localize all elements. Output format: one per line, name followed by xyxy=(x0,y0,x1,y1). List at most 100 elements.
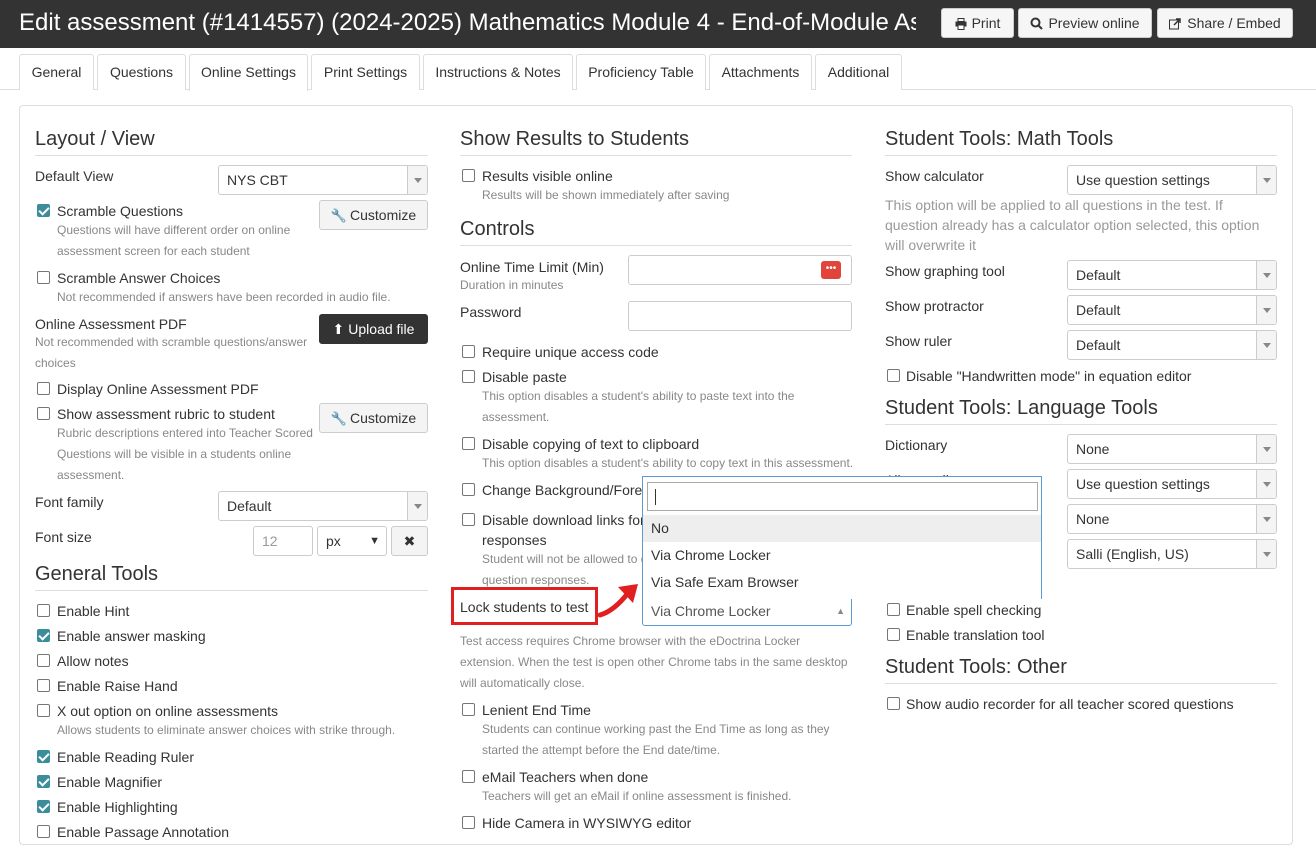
tab-online-settings[interactable]: Online Settings xyxy=(189,54,308,91)
other-tools-heading: Student Tools: Other xyxy=(885,655,1277,684)
tab-instructions-notes[interactable]: Instructions & Notes xyxy=(423,54,573,90)
font-family-label: Font family xyxy=(35,494,104,510)
answer-masking-checkbox[interactable] xyxy=(37,629,50,642)
math-tools-heading: Student Tools: Math Tools xyxy=(885,127,1277,156)
tab-attachments[interactable]: Attachments xyxy=(709,54,812,90)
default-view-select[interactable]: NYS CBT xyxy=(218,165,428,195)
highlighting-checkbox[interactable] xyxy=(37,800,50,813)
x-out-checkbox[interactable] xyxy=(37,704,50,717)
scramble-questions-label: Scramble Questions xyxy=(57,203,184,219)
protractor-label: Show protractor xyxy=(885,298,984,314)
disable-download-checkbox[interactable] xyxy=(462,513,475,526)
translation-tool-checkbox[interactable] xyxy=(887,628,900,641)
password-label: Password xyxy=(460,304,522,320)
scramble-answers-help: Not recommended if answers have been rec… xyxy=(57,290,391,304)
font-family-select[interactable]: Default xyxy=(218,491,428,521)
translation-tool-label: Enable translation tool xyxy=(906,627,1045,643)
language-select-2[interactable]: Use question settings xyxy=(1067,469,1277,499)
time-limit-input[interactable]: ••• xyxy=(628,255,852,285)
protractor-select[interactable]: Default xyxy=(1067,295,1277,325)
online-pdf-label: Online Assessment PDF xyxy=(35,316,187,332)
email-teachers-checkbox[interactable] xyxy=(462,770,475,783)
unique-code-checkbox[interactable] xyxy=(462,345,475,358)
dropdown-option-safe-exam-browser[interactable]: Via Safe Exam Browser xyxy=(643,569,1041,596)
hide-camera-checkbox[interactable] xyxy=(462,816,475,829)
online-pdf-help: Not recommended with scramble questions/… xyxy=(35,335,308,370)
chevron-down-icon xyxy=(1256,505,1276,533)
tab-general[interactable]: General xyxy=(19,54,94,90)
answer-masking-label: Enable answer masking xyxy=(57,628,206,644)
chevron-down-icon xyxy=(1256,470,1276,498)
display-pdf-checkbox[interactable] xyxy=(37,382,50,395)
tab-questions[interactable]: Questions xyxy=(97,54,186,90)
general-tools-heading: General Tools xyxy=(35,562,428,591)
lenient-end-checkbox[interactable] xyxy=(462,703,475,716)
clear-font-size-button[interactable]: ✖ xyxy=(391,526,428,556)
disable-paste-label: Disable paste xyxy=(482,369,567,385)
chevron-down-icon xyxy=(1256,296,1276,324)
preview-online-button[interactable]: Preview online xyxy=(1018,8,1152,38)
wrench-icon: 🔧 xyxy=(330,411,348,426)
raise-hand-checkbox[interactable] xyxy=(37,679,50,692)
results-visible-checkbox[interactable] xyxy=(462,169,475,182)
dropdown-option-chrome-locker[interactable]: Via Chrome Locker xyxy=(643,542,1041,569)
tab-proficiency-table[interactable]: Proficiency Table xyxy=(576,54,706,90)
x-out-help: Allows students to eliminate answer choi… xyxy=(57,723,396,737)
show-rubric-label: Show assessment rubric to student xyxy=(57,406,275,422)
password-input[interactable] xyxy=(628,301,852,331)
audio-recorder-checkbox[interactable] xyxy=(887,697,900,710)
disable-copy-label: Disable copying of text to clipboard xyxy=(482,436,700,452)
customize-rubric-button[interactable]: 🔧 Customize xyxy=(319,403,428,433)
scramble-questions-help: Questions will have different order on o… xyxy=(57,223,291,258)
spell-check-checkbox[interactable] xyxy=(887,603,900,616)
allow-notes-checkbox[interactable] xyxy=(37,654,50,667)
disable-copy-checkbox[interactable] xyxy=(462,437,475,450)
tab-additional[interactable]: Additional xyxy=(815,54,902,90)
passage-annotation-checkbox[interactable] xyxy=(37,825,50,838)
dictionary-select[interactable]: None xyxy=(1067,434,1277,464)
close-icon: ✖ xyxy=(403,533,416,549)
change-background-checkbox[interactable] xyxy=(462,483,475,496)
font-size-input[interactable]: 12 xyxy=(253,526,313,556)
email-teachers-label: eMail Teachers when done xyxy=(482,769,649,785)
handwritten-mode-checkbox[interactable] xyxy=(887,369,900,382)
share-embed-button[interactable]: Share / Embed xyxy=(1157,8,1293,38)
printer-icon xyxy=(955,11,967,39)
magnifier-label: Enable Magnifier xyxy=(57,774,163,790)
upload-file-button[interactable]: ⬆ Upload file xyxy=(319,314,428,344)
graphing-tool-select[interactable]: Default xyxy=(1067,260,1277,290)
magnifier-checkbox[interactable] xyxy=(37,775,50,788)
page-title: Edit assessment (#1414557) (2024-2025) M… xyxy=(19,9,916,36)
tab-print-settings[interactable]: Print Settings xyxy=(311,54,420,90)
handwritten-mode-label: Disable "Handwritten mode" in equation e… xyxy=(906,368,1192,384)
calculator-select[interactable]: Use question settings xyxy=(1067,165,1277,195)
enable-hint-label: Enable Hint xyxy=(57,603,130,619)
scramble-questions-checkbox[interactable] xyxy=(37,204,50,217)
chevron-down-icon xyxy=(1256,331,1276,359)
dictionary-label: Dictionary xyxy=(885,437,948,453)
password-manager-icon[interactable]: ••• xyxy=(821,261,841,279)
display-pdf-label: Display Online Assessment PDF xyxy=(57,381,259,397)
dropdown-search-input[interactable] xyxy=(647,482,1038,511)
calculator-help: This option will be applied to all quest… xyxy=(885,197,1260,253)
voice-select[interactable]: Salli (English, US) xyxy=(1067,539,1277,569)
scramble-answers-checkbox[interactable] xyxy=(37,271,50,284)
language-select-3[interactable]: None xyxy=(1067,504,1277,534)
raise-hand-label: Enable Raise Hand xyxy=(57,678,178,694)
disable-paste-checkbox[interactable] xyxy=(462,370,475,383)
hide-camera-label: Hide Camera in WYSIWYG editor xyxy=(482,815,692,831)
enable-hint-checkbox[interactable] xyxy=(37,604,50,617)
lock-students-select[interactable]: Via Chrome Locker ▲ xyxy=(642,596,852,626)
email-teachers-help: Teachers will get an eMail if online ass… xyxy=(482,789,792,803)
ruler-select[interactable]: Default xyxy=(1067,330,1277,360)
lock-students-dropdown: No Via Chrome Locker Via Safe Exam Brows… xyxy=(642,476,1042,599)
disable-paste-help: This option disables a student's ability… xyxy=(482,389,795,424)
customize-scramble-button[interactable]: 🔧 Customize xyxy=(319,200,428,230)
dropdown-option-no[interactable]: No xyxy=(643,515,1041,542)
chevron-up-icon: ▲ xyxy=(836,606,845,616)
wrench-icon: 🔧 xyxy=(330,208,348,223)
font-size-unit-select[interactable]: px ▼ xyxy=(317,526,387,556)
show-rubric-checkbox[interactable] xyxy=(37,407,50,420)
reading-ruler-checkbox[interactable] xyxy=(37,750,50,763)
print-button[interactable]: Print xyxy=(941,8,1014,38)
